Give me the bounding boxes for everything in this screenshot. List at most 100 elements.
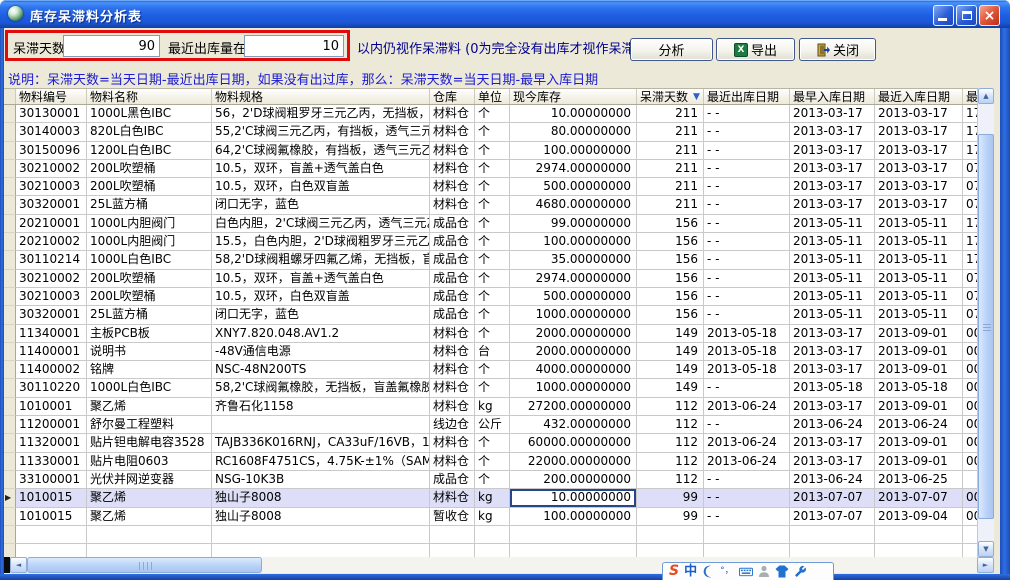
cell[interactable]: - - — [704, 105, 790, 123]
cell[interactable]: 2013-06-24 — [704, 453, 790, 471]
cell[interactable]: 暂收仓 — [430, 508, 475, 526]
cell[interactable]: 07 — [963, 196, 978, 214]
table-row[interactable]: 1010001聚乙烯齐鲁石化1158材料仓kg27200.00000000112… — [4, 398, 978, 416]
export-button[interactable]: X 导出 — [716, 38, 795, 61]
scroll-up-button[interactable]: ▲ — [978, 88, 994, 104]
cell[interactable]: kg — [475, 508, 510, 526]
cell[interactable]: 2013-03-17 — [790, 361, 875, 379]
cell[interactable]: 211 — [637, 196, 704, 214]
cell[interactable]: 个 — [475, 160, 510, 178]
cell[interactable]: 2013-05-18 — [704, 343, 790, 361]
cell[interactable]: 舒尔曼工程塑料 — [87, 416, 212, 434]
cell[interactable]: 211 — [637, 123, 704, 141]
cell[interactable]: 100.00000000 — [510, 142, 637, 160]
cell[interactable]: 材料仓 — [430, 361, 475, 379]
cell[interactable]: - - — [704, 270, 790, 288]
cell[interactable]: 个 — [475, 306, 510, 324]
table-row[interactable]: 301102141000L白色IBC58,2'D球阀粗螺牙四氟乙烯，无挡板，盲盖… — [4, 251, 978, 269]
cell[interactable]: 2013-03-17 — [790, 434, 875, 452]
cell[interactable]: 17 — [963, 123, 978, 141]
cell[interactable]: 材料仓 — [430, 453, 475, 471]
cell[interactable]: 贴片电阻0603 — [87, 453, 212, 471]
table-row[interactable]: 33100001光伏并网逆变器NSG-10K3B成品仓个200.00000000… — [4, 471, 978, 489]
cell[interactable]: 2013-05-18 — [704, 361, 790, 379]
table-row[interactable]: 11330001贴片电阻0603RC1608F4751CS，4.75K-±1%（… — [4, 453, 978, 471]
cell[interactable]: 211 — [637, 160, 704, 178]
cell[interactable]: 30320001 — [16, 306, 87, 324]
cell[interactable]: 2013-05-11 — [790, 215, 875, 233]
cell[interactable]: 2013-05-11 — [875, 288, 963, 306]
table-row[interactable]: 3032000125L蓝方桶闭口无字，蓝色成品仓个1000.0000000015… — [4, 306, 978, 324]
cell[interactable]: - - — [704, 471, 790, 489]
column-header[interactable]: 单位 — [475, 89, 510, 104]
table-row[interactable]: 3032000125L蓝方桶闭口无字，蓝色材料仓个4680.0000000021… — [4, 196, 978, 214]
table-row[interactable]: 202100021000L内胆阀门15.5，白色内胆，2'D球阀粗罗牙三元乙丙成… — [4, 233, 978, 251]
vertical-scrollbar-thumb[interactable] — [978, 134, 994, 519]
cell[interactable]: 112 — [637, 471, 704, 489]
cell[interactable]: 22000.00000000 — [510, 453, 637, 471]
cell[interactable]: 独山子8008 — [212, 508, 430, 526]
cell[interactable]: 17 — [963, 142, 978, 160]
cell[interactable]: 2013-05-11 — [790, 288, 875, 306]
column-header[interactable]: 最早入库日期 — [790, 89, 875, 104]
cell[interactable]: 2974.00000000 — [510, 160, 637, 178]
cell[interactable]: 成品仓 — [430, 288, 475, 306]
cell[interactable]: 2013-03-17 — [790, 398, 875, 416]
cell[interactable]: 10.5，双环，白色双盲盖 — [212, 288, 430, 306]
cell[interactable]: 30210003 — [16, 288, 87, 306]
cell[interactable]: 30130001 — [16, 105, 87, 123]
cell[interactable]: 2013-09-01 — [875, 325, 963, 343]
cell[interactable]: 材料仓 — [430, 325, 475, 343]
cell[interactable]: 00 — [963, 434, 978, 452]
cell[interactable]: 光伏并网逆变器 — [87, 471, 212, 489]
cell[interactable]: 个 — [475, 178, 510, 196]
cell[interactable]: RC1608F4751CS，4.75K-±1%（SAMSU — [212, 453, 430, 471]
cell[interactable]: 4000.00000000 — [510, 361, 637, 379]
cell[interactable]: 个 — [475, 434, 510, 452]
cell[interactable]: - - — [704, 160, 790, 178]
cell[interactable]: 铭牌 — [87, 361, 212, 379]
table-row[interactable]: 11400001说明书-48V通信电源材料仓台2000.000000001492… — [4, 343, 978, 361]
cell[interactable]: 个 — [475, 379, 510, 397]
cell[interactable]: 4680.00000000 — [510, 196, 637, 214]
column-header[interactable]: 仓库 — [430, 89, 475, 104]
recent-outbound-qty-input[interactable] — [244, 35, 344, 57]
cell[interactable]: 2013-05-11 — [875, 251, 963, 269]
cell[interactable]: 2013-06-25 — [875, 471, 963, 489]
editing-cell[interactable]: 10.00000000 — [510, 489, 637, 507]
stagnant-days-input[interactable] — [63, 35, 160, 57]
cell[interactable]: 个 — [475, 288, 510, 306]
maximize-button[interactable] — [956, 5, 977, 26]
cell[interactable]: 99 — [637, 508, 704, 526]
cell[interactable]: 齐鲁石化1158 — [212, 398, 430, 416]
cell[interactable]: 17 — [963, 233, 978, 251]
cell[interactable]: 200L吹塑桶 — [87, 288, 212, 306]
horizontal-scrollbar-thumb[interactable] — [27, 557, 262, 573]
table-row[interactable]: 30210003200L吹塑桶10.5，双环，白色双盲盖成品仓个500.0000… — [4, 288, 978, 306]
cell[interactable]: 10.5，双环，白色双盲盖 — [212, 178, 430, 196]
table-row[interactable]: 30140003820L白色IBC55,2'C球阀三元乙丙，有挡板，透气三元乙材… — [4, 123, 978, 141]
row-header[interactable] — [4, 325, 16, 343]
person-icon[interactable] — [758, 565, 770, 578]
cell[interactable]: 2013-09-04 — [875, 508, 963, 526]
title-bar[interactable]: 库存呆滞料分析表 × — [0, 0, 1010, 28]
cell[interactable]: 60000.00000000 — [510, 434, 637, 452]
column-header[interactable]: 物料名称 — [87, 89, 212, 104]
cell[interactable]: 2974.00000000 — [510, 270, 637, 288]
cell[interactable]: 156 — [637, 215, 704, 233]
cell[interactable]: 2013-06-24 — [704, 398, 790, 416]
cell[interactable]: 聚乙烯 — [87, 398, 212, 416]
cell[interactable]: 2013-07-07 — [790, 508, 875, 526]
cell[interactable]: 55,2'C球阀三元乙丙，有挡板，透气三元乙 — [212, 123, 430, 141]
cell[interactable]: - - — [704, 288, 790, 306]
row-header[interactable] — [4, 434, 16, 452]
skin-icon[interactable] — [775, 565, 789, 578]
column-header[interactable]: 物料规格 — [212, 89, 430, 104]
cell[interactable]: 1010001 — [16, 398, 87, 416]
grid-splitter-handle[interactable] — [4, 557, 10, 573]
cell[interactable]: 2013-03-17 — [790, 178, 875, 196]
cell[interactable]: 材料仓 — [430, 105, 475, 123]
cell[interactable]: 2013-03-17 — [790, 325, 875, 343]
cell[interactable]: 10.5，双环，盲盖+透气盖白色 — [212, 160, 430, 178]
column-header[interactable]: 最近 — [963, 89, 978, 104]
